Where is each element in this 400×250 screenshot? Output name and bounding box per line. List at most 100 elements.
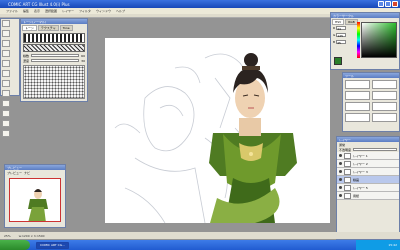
r-label: R — [333, 25, 336, 30]
eye-icon[interactable] — [339, 154, 342, 157]
system-tray: 15:42 — [356, 240, 400, 250]
eraser-tool-icon[interactable] — [2, 40, 10, 47]
density-value: 60 — [81, 53, 85, 58]
tone-preview — [23, 65, 85, 99]
layer-name: レイヤー 3 — [353, 169, 368, 174]
g-value[interactable]: 125 — [336, 32, 347, 38]
tone-panel: トーン(ノーマル) トーン テクスチャ Tone 線数 60 濃度 30 — [20, 18, 88, 102]
opacity-slider[interactable] — [353, 148, 397, 151]
menu-view[interactable]: 表示 — [34, 9, 40, 13]
eye-icon[interactable] — [339, 162, 342, 165]
color-panel: カラーサークル HSV RGB R 44 G 125 B 45 — [330, 12, 400, 70]
brush-preset[interactable] — [372, 113, 397, 122]
preview-thumbnail[interactable] — [9, 178, 61, 222]
brush-preset[interactable] — [372, 91, 397, 100]
tab-navi[interactable]: ナビ — [24, 171, 30, 175]
status-bar: 25% w:1200 × h:1500 — [0, 232, 400, 239]
hand-tool-icon[interactable] — [2, 90, 10, 97]
menu-file[interactable]: ファイル — [6, 9, 18, 13]
brush-preset[interactable] — [372, 102, 397, 111]
layer-row[interactable]: レイヤー 1 — [337, 152, 399, 160]
brush-preset[interactable] — [345, 113, 370, 122]
b-value[interactable]: 45 — [336, 39, 347, 45]
layer-name: 線画 — [353, 177, 360, 182]
b-label: B — [333, 39, 336, 44]
preview-panel: プレビュー プレビュー ナビ — [4, 164, 66, 228]
menu-edit[interactable]: 編集 — [23, 9, 29, 13]
menu-filter[interactable]: フィルタ — [79, 9, 91, 13]
density2-value: 30 — [81, 58, 85, 63]
zoom-tool-icon[interactable] — [2, 100, 10, 107]
preview-tabs: プレビュー ナビ — [5, 170, 65, 176]
tab-tone-en[interactable]: Tone — [59, 25, 73, 31]
fill-tool-icon[interactable] — [2, 50, 10, 57]
layer-row-selected[interactable]: 線画 — [337, 176, 399, 184]
drawing-canvas[interactable] — [105, 38, 330, 223]
layer-thumbnail — [344, 184, 351, 191]
layer-name: 用紙 — [353, 193, 360, 198]
layer-thumbnail — [344, 192, 351, 199]
brush-preset[interactable] — [372, 80, 397, 89]
text-tool-icon[interactable] — [2, 80, 10, 87]
toolbox-panel — [0, 18, 20, 137]
tab-tone[interactable]: トーン — [22, 25, 37, 31]
layer-panel: レイヤー 通常 不透明度 レイヤー 1 レイヤー 2 レイヤー 3 線画 レイヤ… — [336, 136, 400, 240]
layer-thumbnail — [344, 152, 351, 159]
g-label: G — [333, 32, 336, 37]
density2-row: 濃度 30 — [21, 58, 87, 63]
eye-icon[interactable] — [339, 170, 342, 173]
density2-label: 濃度 — [23, 58, 30, 63]
layer-name: レイヤー 5 — [353, 185, 368, 190]
density2-slider[interactable] — [31, 59, 80, 62]
layer-thumbnail — [344, 160, 351, 167]
menu-window[interactable]: ウィンドウ — [96, 9, 111, 13]
layer-row[interactable]: レイヤー 5 — [337, 184, 399, 192]
move-tool-icon[interactable] — [2, 70, 10, 77]
layer-row[interactable]: 用紙 — [337, 192, 399, 200]
menu-help[interactable]: ヘルプ — [116, 9, 125, 13]
menu-selection[interactable]: 選択範囲 — [45, 9, 57, 13]
brush-preset[interactable] — [345, 91, 370, 100]
gradient-tool-icon[interactable] — [2, 120, 10, 127]
preview-image — [28, 189, 48, 221]
artwork — [114, 53, 297, 223]
window-titlebar: COMIC ART CG Illust 4.0(i) Plus — [0, 0, 400, 8]
eye-icon[interactable] — [339, 178, 342, 181]
tone-tabs: トーン テクスチャ Tone — [21, 24, 87, 32]
blend-mode-select[interactable]: 通常 — [339, 143, 345, 147]
tone-swatches-2[interactable] — [23, 44, 85, 52]
menu-layer[interactable]: レイヤー — [62, 9, 74, 13]
select-tool-icon[interactable] — [2, 60, 10, 67]
tab-preview[interactable]: プレビュー — [7, 171, 22, 175]
r-value[interactable]: 44 — [336, 25, 347, 31]
eyedropper-tool-icon[interactable] — [2, 110, 10, 117]
opacity-label: 不透明度 — [339, 147, 352, 152]
pen-tool-icon[interactable] — [2, 20, 10, 27]
zoom-level[interactable]: 25% — [4, 234, 11, 238]
shape-tool-icon[interactable] — [2, 130, 10, 137]
brush-tool-icon[interactable] — [2, 30, 10, 37]
brush-grid — [343, 78, 399, 124]
eye-icon[interactable] — [339, 194, 342, 197]
brush-preset[interactable] — [345, 80, 370, 89]
close-button[interactable] — [392, 1, 398, 7]
saturation-value-picker[interactable] — [361, 22, 397, 58]
tab-texture[interactable]: テクスチャ — [37, 25, 59, 31]
taskbar-app-button[interactable]: COMIC ART CG... — [36, 241, 69, 249]
tone-swatches[interactable] — [23, 33, 85, 43]
task-list: COMIC ART CG... — [36, 241, 69, 249]
layer-row[interactable]: レイヤー 3 — [337, 168, 399, 176]
hue-slider[interactable] — [357, 22, 360, 58]
start-button[interactable] — [0, 240, 30, 250]
minimize-button[interactable] — [378, 1, 384, 7]
layer-thumbnail — [344, 168, 351, 175]
density-slider[interactable] — [31, 54, 80, 57]
layer-name: レイヤー 2 — [353, 161, 368, 166]
brush-preset[interactable] — [345, 102, 370, 111]
layer-row[interactable]: レイヤー 2 — [337, 160, 399, 168]
eye-icon[interactable] — [339, 186, 342, 189]
maximize-button[interactable] — [385, 1, 391, 7]
window-controls — [378, 1, 398, 7]
current-color-swatch[interactable] — [334, 57, 342, 65]
layer-name: レイヤー 1 — [353, 153, 368, 158]
